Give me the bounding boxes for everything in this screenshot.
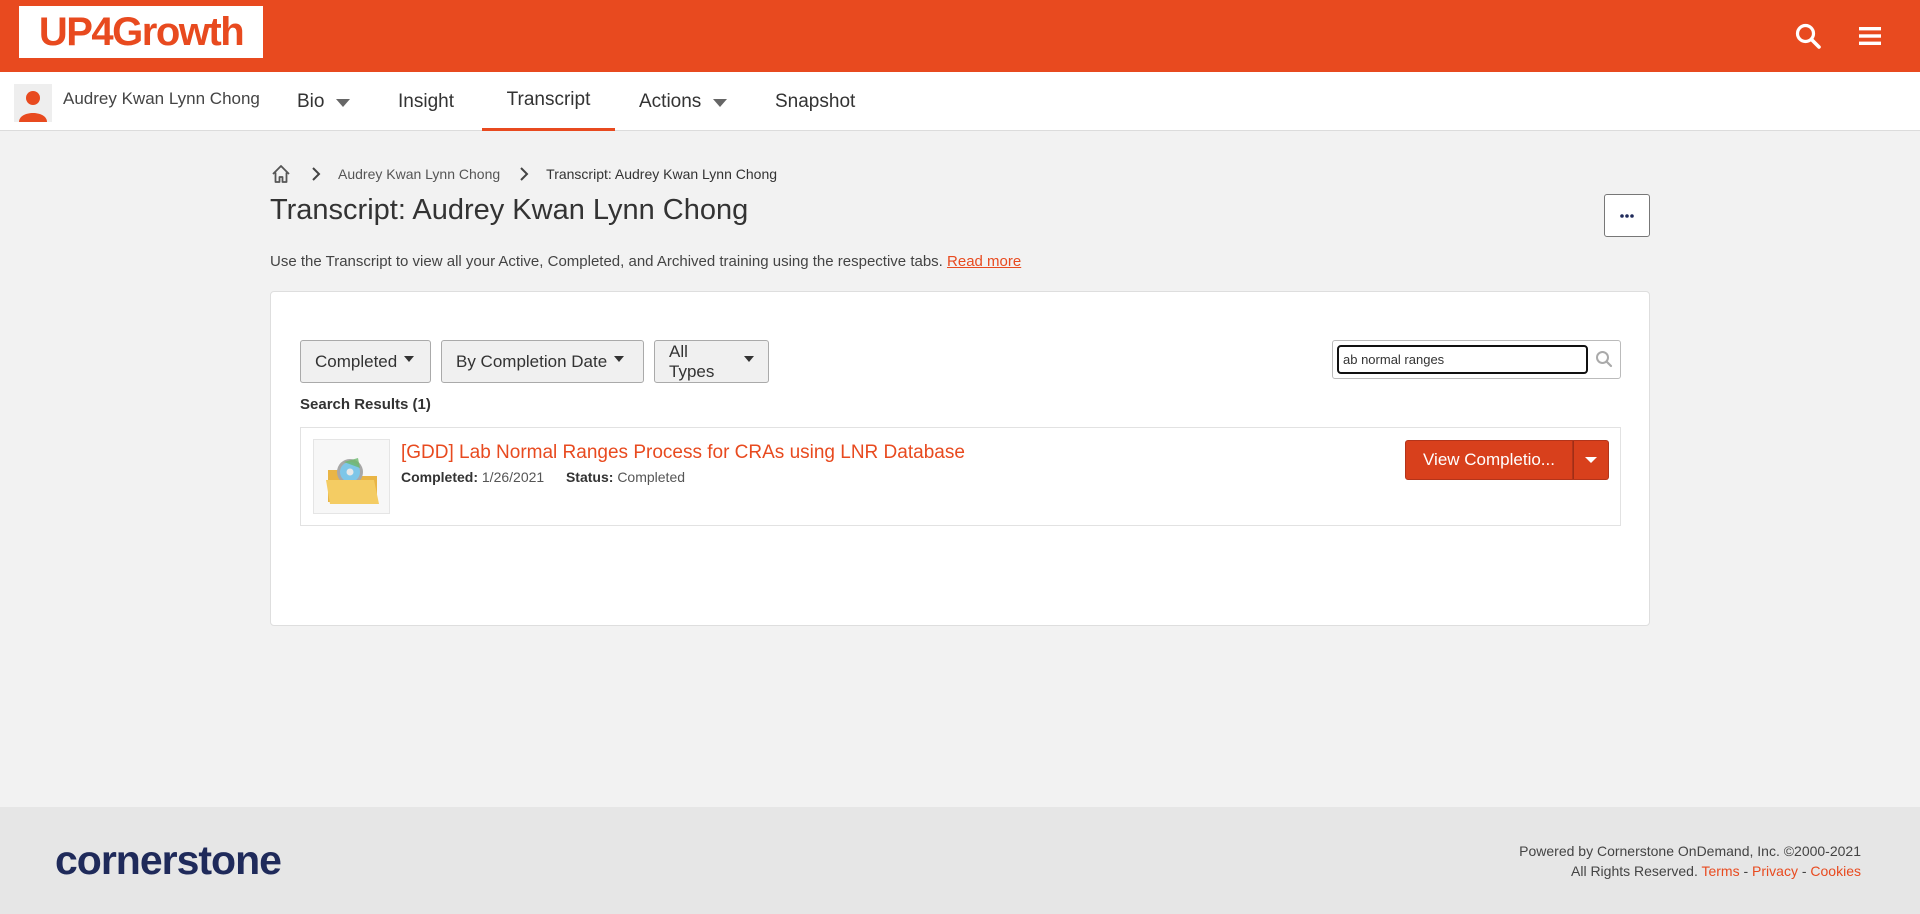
tab-bio[interactable]: Bio xyxy=(297,72,351,131)
user-avatar-icon[interactable] xyxy=(14,84,52,122)
transcript-panel: Completed By Completion Date All Types S… xyxy=(270,291,1650,626)
tab-transcript-label: Transcript xyxy=(506,89,591,110)
more-actions-dropdown-button[interactable] xyxy=(1573,440,1609,480)
course-folder-icon xyxy=(313,439,390,514)
intro-description: Use the Transcript to view all your Acti… xyxy=(270,253,948,270)
profile-user-name[interactable]: Audrey Kwan Lynn Chong xyxy=(63,89,260,109)
tab-insight[interactable]: Insight xyxy=(398,72,454,131)
top-header: UP4Growth xyxy=(0,0,1920,72)
view-completion-button[interactable]: View Completio... xyxy=(1405,440,1573,480)
chevron-down-icon xyxy=(713,98,728,107)
breadcrumb: Audrey Kwan Lynn Chong Transcript: Audre… xyxy=(270,163,777,185)
tab-snapshot[interactable]: Snapshot xyxy=(775,72,855,131)
status-filter-value: Completed xyxy=(315,351,398,371)
list-item: [GDD] Lab Normal Ranges Process for CRAs… xyxy=(300,427,1621,526)
breadcrumb-profile-link[interactable]: Audrey Kwan Lynn Chong xyxy=(338,166,500,182)
cookies-link[interactable]: Cookies xyxy=(1810,863,1861,879)
type-filter-value: All Types xyxy=(669,341,715,381)
privacy-link[interactable]: Privacy xyxy=(1752,863,1798,879)
cornerstone-logo-text: cornerstone xyxy=(55,837,282,883)
chevron-down-icon xyxy=(404,355,415,362)
tab-insight-label: Insight xyxy=(398,90,454,112)
chevron-down-icon xyxy=(744,355,754,362)
chevron-right-icon xyxy=(520,167,529,181)
footer-separator: - xyxy=(1739,863,1753,879)
cornerstone-logo: cornerstone xyxy=(55,837,282,884)
course-meta: Completed: 1/26/2021 Status: Completed xyxy=(401,469,685,485)
search-icon[interactable] xyxy=(1594,349,1614,369)
hamburger-menu-icon[interactable] xyxy=(1856,22,1884,50)
terms-link[interactable]: Terms xyxy=(1701,863,1739,879)
page-footer: cornerstone Powered by Cornerstone OnDem… xyxy=(0,807,1920,914)
page-title: Transcript: Audrey Kwan Lynn Chong xyxy=(270,194,749,226)
powered-by-text: Powered by Cornerstone OnDemand, Inc. ©2… xyxy=(1519,843,1861,859)
status-filter-dropdown[interactable]: Completed xyxy=(300,340,431,383)
status-value: Completed xyxy=(617,469,686,485)
tab-actions-label: Actions xyxy=(639,90,702,112)
rights-text: All Rights Reserved. xyxy=(1571,863,1698,879)
footer-separator: - xyxy=(1797,863,1811,879)
brand-logo[interactable]: UP4Growth xyxy=(19,6,263,58)
brand-logo-text: UP4Growth xyxy=(38,9,245,54)
read-more-link[interactable]: Read more xyxy=(947,253,1021,270)
completed-date: 1/26/2021 xyxy=(481,469,545,485)
profile-nav-bar: Audrey Kwan Lynn Chong Bio Insight Trans… xyxy=(0,72,1920,131)
footer-links-row: All Rights Reserved. Terms - Privacy - C… xyxy=(1519,861,1861,881)
chevron-down-icon xyxy=(336,98,351,107)
more-options-button[interactable] xyxy=(1604,194,1650,237)
footer-legal: Powered by Cornerstone OnDemand, Inc. ©2… xyxy=(1519,841,1861,881)
type-filter-dropdown[interactable]: All Types xyxy=(654,340,769,383)
tab-bio-label: Bio xyxy=(297,90,325,112)
completed-label: Completed: xyxy=(401,469,478,485)
view-completion-label: View Completio... xyxy=(1423,450,1555,469)
search-results-count: Search Results (1) xyxy=(300,396,431,413)
intro-text: Use the Transcript to view all your Acti… xyxy=(270,253,1021,270)
search-input[interactable] xyxy=(1337,345,1588,374)
tab-transcript[interactable]: Transcript xyxy=(482,72,615,131)
chevron-down-icon xyxy=(614,355,625,362)
course-title-link[interactable]: [GDD] Lab Normal Ranges Process for CRAs… xyxy=(401,442,965,464)
tab-actions[interactable]: Actions xyxy=(639,72,728,131)
tab-snapshot-label: Snapshot xyxy=(775,90,856,112)
sort-filter-value: By Completion Date xyxy=(456,351,608,371)
chevron-right-icon xyxy=(312,167,321,181)
status-label: Status: xyxy=(565,469,614,485)
transcript-search xyxy=(1332,340,1621,379)
chevron-down-icon xyxy=(1585,457,1597,463)
ellipsis-icon xyxy=(1620,213,1634,218)
breadcrumb-current: Transcript: Audrey Kwan Lynn Chong xyxy=(546,166,778,182)
search-icon[interactable] xyxy=(1794,22,1822,50)
home-icon[interactable] xyxy=(270,163,292,185)
sort-filter-dropdown[interactable]: By Completion Date xyxy=(441,340,644,383)
